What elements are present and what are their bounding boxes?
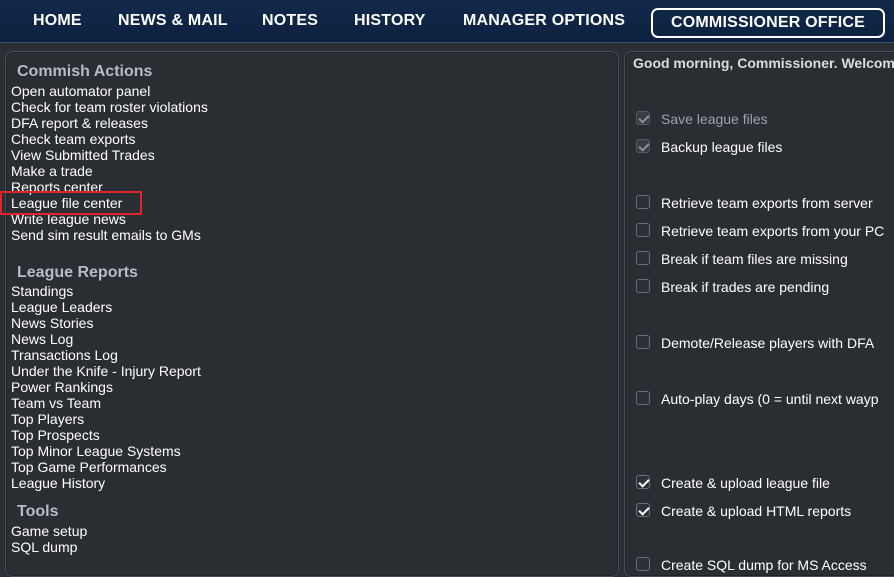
link-top-players[interactable]: Top Players [11, 411, 84, 427]
demote-release-dfa-checkbox[interactable] [636, 335, 650, 349]
link-view-submitted-trades[interactable]: View Submitted Trades [11, 147, 155, 163]
save-league-files-checkbox[interactable] [636, 111, 650, 125]
link-power-rankings[interactable]: Power Rankings [11, 379, 113, 395]
link-standings[interactable]: Standings [11, 283, 73, 299]
retrieve-exports-pc-checkbox[interactable] [636, 223, 650, 237]
link-check-roster-violations[interactable]: Check for team roster violations [11, 99, 208, 115]
link-league-history[interactable]: League History [11, 475, 105, 491]
create-upload-league-file-label: Create & upload league file [661, 475, 830, 491]
auto-play-days-label: Auto-play days (0 = until next wayp [661, 391, 879, 407]
create-upload-league-file-checkbox[interactable] [636, 475, 650, 489]
retrieve-exports-pc-label: Retrieve team exports from your PC [661, 223, 885, 239]
create-sql-dump-checkbox[interactable] [636, 557, 650, 571]
link-dfa-report[interactable]: DFA report & releases [11, 115, 148, 131]
commish-actions-title: Commish Actions [17, 63, 153, 80]
automator-options-panel [624, 51, 894, 577]
link-open-automator-panel[interactable]: Open automator panel [11, 83, 150, 99]
nav-commissioner-office[interactable]: COMMISSIONER OFFICE [651, 8, 886, 38]
link-injury-report[interactable]: Under the Knife - Injury Report [11, 363, 201, 379]
link-top-game-performances[interactable]: Top Game Performances [11, 459, 167, 475]
nav-history[interactable]: HISTORY [354, 0, 426, 42]
link-transactions-log[interactable]: Transactions Log [11, 347, 118, 363]
break-trades-pending-label: Break if trades are pending [661, 279, 830, 295]
link-news-stories[interactable]: News Stories [11, 315, 93, 331]
retrieve-exports-server-label: Retrieve team exports from server [661, 195, 873, 211]
link-top-minor-league-systems[interactable]: Top Minor League Systems [11, 443, 181, 459]
top-navigation-bar: HOME NEWS & MAIL NOTES HISTORY MANAGER O… [0, 0, 894, 43]
backup-league-files-label: Backup league files [661, 139, 783, 155]
auto-play-days-checkbox[interactable] [636, 391, 650, 405]
nav-news-mail[interactable]: NEWS & MAIL [118, 0, 228, 42]
greeting-text: Good morning, Commissioner. Welcom [633, 55, 894, 71]
nav-manager-options[interactable]: MANAGER OPTIONS [463, 0, 625, 42]
highlight-box [0, 191, 142, 215]
tools-title: Tools [17, 503, 59, 520]
link-check-team-exports[interactable]: Check team exports [11, 131, 136, 147]
link-top-prospects[interactable]: Top Prospects [11, 427, 100, 443]
backup-league-files-checkbox[interactable] [636, 139, 650, 153]
link-team-vs-team[interactable]: Team vs Team [11, 395, 101, 411]
link-send-sim-result-emails[interactable]: Send sim result emails to GMs [11, 227, 201, 243]
link-make-a-trade[interactable]: Make a trade [11, 163, 93, 179]
save-league-files-label: Save league files [661, 111, 768, 127]
create-upload-html-reports-checkbox[interactable] [636, 503, 650, 517]
league-reports-title: League Reports [17, 264, 138, 281]
demote-release-dfa-label: Demote/Release players with DFA [661, 335, 875, 351]
break-trades-pending-checkbox[interactable] [636, 279, 650, 293]
break-team-files-missing-checkbox[interactable] [636, 251, 650, 265]
break-team-files-missing-label: Break if team files are missing [661, 251, 848, 267]
nav-notes[interactable]: NOTES [262, 0, 318, 42]
link-league-leaders[interactable]: League Leaders [11, 299, 112, 315]
link-game-setup[interactable]: Game setup [11, 523, 87, 539]
link-sql-dump[interactable]: SQL dump [11, 539, 77, 555]
create-sql-dump-label: Create SQL dump for MS Access [661, 557, 867, 573]
link-news-log[interactable]: News Log [11, 331, 73, 347]
retrieve-exports-server-checkbox[interactable] [636, 195, 650, 209]
nav-home[interactable]: HOME [33, 0, 82, 42]
create-upload-html-reports-label: Create & upload HTML reports [661, 503, 852, 519]
